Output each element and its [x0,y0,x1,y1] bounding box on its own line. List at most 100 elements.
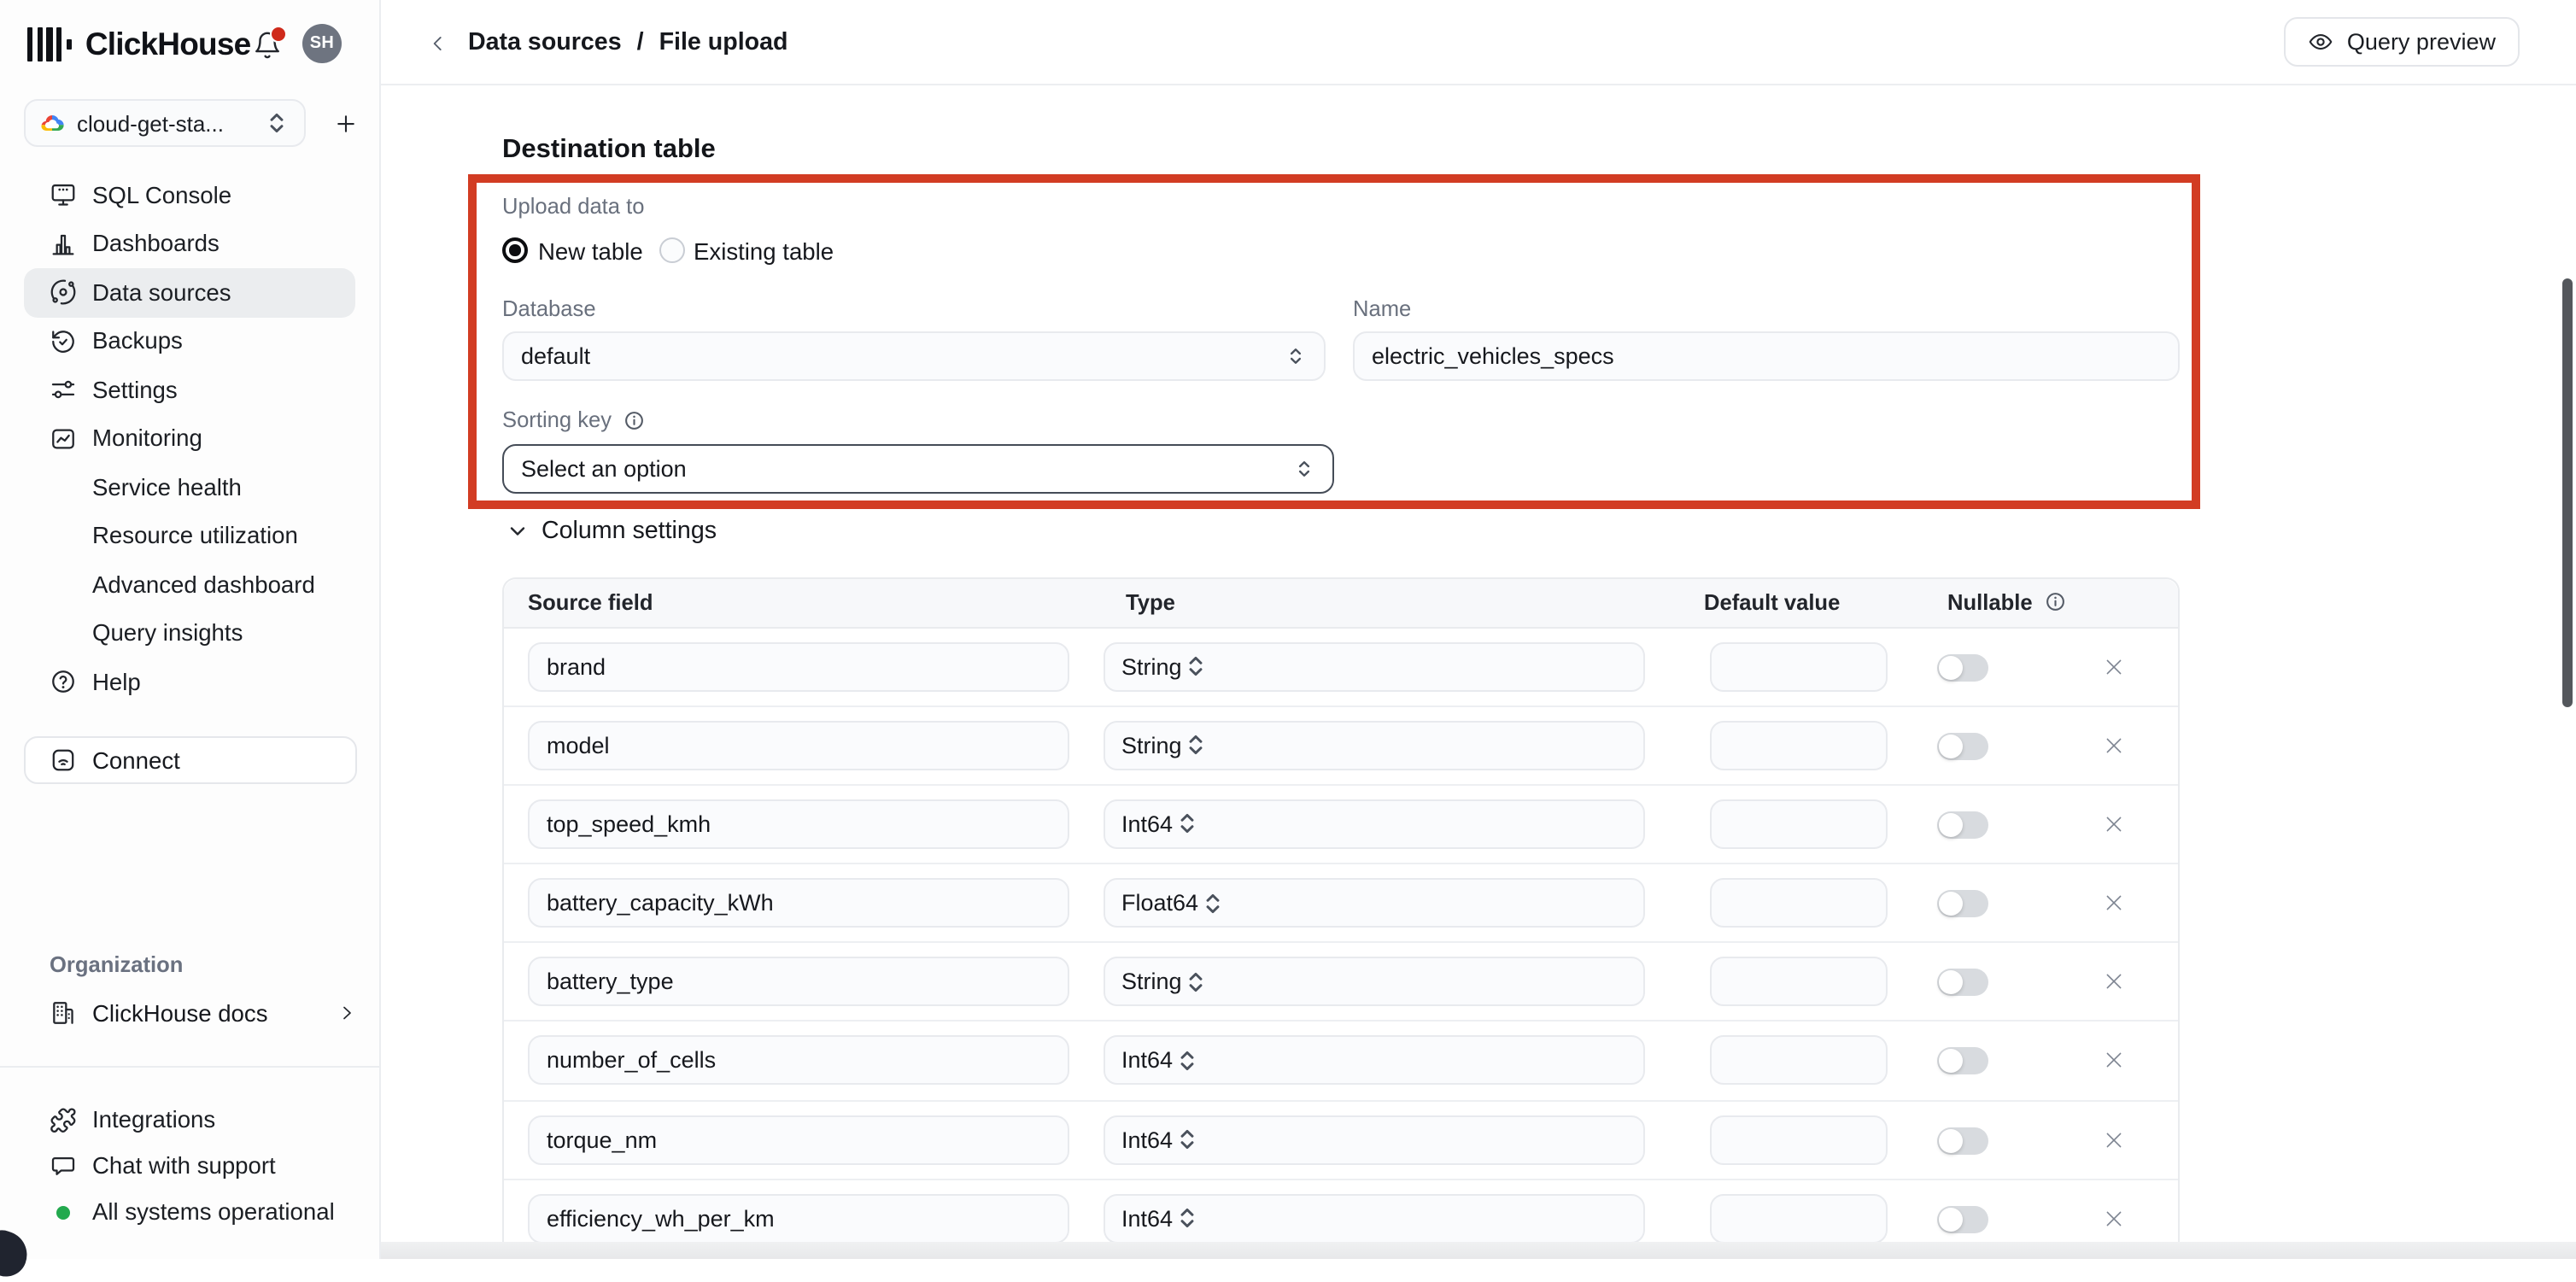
avatar[interactable]: SH [302,24,342,63]
columns-table: Source field Type Default value Nullable… [501,577,2179,1259]
nav-item-icon [50,571,77,599]
toggle-knob [1938,813,1962,837]
sidebar-item-clickhouse-docs[interactable]: ClickHouse docs [24,989,357,1037]
chevrons-up-down-icon [1182,969,1209,996]
nullable-toggle[interactable] [1936,1127,1988,1154]
type-select[interactable]: String [1103,720,1644,770]
sidebar-nav-item[interactable]: SQL Console [24,171,355,220]
remove-row-icon[interactable] [2102,655,2124,677]
remove-row-icon[interactable] [2102,1208,2124,1230]
remove-row-icon[interactable] [2102,813,2124,835]
default-value-input[interactable] [1710,720,1888,770]
sidebar-nav-item[interactable]: Query insights [24,609,355,658]
vertical-scrollbar[interactable] [2562,278,2573,707]
column-settings-label: Column settings [542,518,717,545]
nullable-toggle[interactable] [1936,1048,1988,1075]
eye-icon [2308,29,2333,55]
nav-item-icon [50,377,77,404]
nullable-toggle[interactable] [1936,1206,1988,1233]
database-select[interactable]: default [502,331,1326,380]
nav-item-icon [50,425,77,453]
nav-item-label: Service health [92,475,242,501]
sidebar-nav-item[interactable]: Dashboards [24,220,355,268]
nullable-toggle[interactable] [1936,890,1988,917]
table-name-input[interactable]: electric_vehicles_specs [1353,331,2180,380]
sidebar-nav-item[interactable]: Settings [24,366,355,414]
type-select[interactable]: Int64 [1103,1115,1644,1164]
toggle-knob [1938,892,1962,916]
type-value: Int64 [1121,1127,1173,1152]
service-selector[interactable]: cloud-get-sta... [24,99,306,147]
sidebar-nav-item[interactable]: Monitoring [24,414,355,463]
type-select[interactable]: Int64 [1103,799,1644,849]
radio-new-table[interactable] [502,237,528,263]
nullable-toggle[interactable] [1936,732,1988,759]
default-value-input[interactable] [1710,1036,1888,1086]
default-value-input[interactable] [1710,641,1888,691]
query-preview-label: Query preview [2347,29,2496,55]
add-service-button[interactable] [328,106,362,140]
default-value-input[interactable] [1710,1194,1888,1244]
default-value-input[interactable] [1710,1115,1888,1164]
type-select[interactable]: Int64 [1103,1194,1644,1244]
sidebar-nav-item[interactable]: Data sources [24,268,355,317]
sidebar-footer-item[interactable]: All systems operational [24,1189,355,1235]
remove-row-icon[interactable] [2102,892,2124,914]
type-select[interactable]: Int64 [1103,1036,1644,1086]
remove-row-icon[interactable] [2102,734,2124,756]
table-row: number_of_cells Int64 [503,1022,2177,1101]
type-value: String [1121,732,1182,758]
type-value: String [1121,969,1182,995]
nav-item-label: Help [92,670,141,695]
columns-table-body: brand String [503,628,2177,1259]
connect-label: Connect [92,747,180,773]
remove-row-icon[interactable] [2102,971,2124,993]
default-value-input[interactable] [1710,799,1888,849]
type-select[interactable]: Float64 [1103,878,1644,928]
type-select[interactable]: String [1103,641,1644,691]
sidebar-footer-item[interactable]: Chat with support [24,1143,355,1189]
source-field-input[interactable]: torque_nm [528,1115,1069,1164]
chevrons-up-down-icon [1173,1126,1200,1153]
nullable-toggle[interactable] [1936,969,1988,997]
connect-button[interactable]: Connect [24,736,357,784]
sidebar-footer: Integrations Chat with support All syste… [0,1097,379,1235]
source-field-input[interactable]: battery_capacity_kWh [528,878,1069,928]
back-chevron-icon[interactable] [427,32,449,54]
nullable-toggle[interactable] [1936,653,1988,681]
type-select[interactable]: String [1103,957,1644,1007]
toggle-knob [1938,971,1962,995]
sidebar-nav-item[interactable]: Service health [24,463,355,512]
name-label: Name [1353,296,1411,321]
main-content: Destination table Upload data to New tab… [381,85,2576,1259]
source-field-input[interactable]: efficiency_wh_per_km [528,1194,1069,1244]
default-value-input[interactable] [1710,878,1888,928]
nullable-toggle[interactable] [1936,811,1988,839]
notifications-bell-icon[interactable] [249,26,287,63]
sidebar-nav-item[interactable]: Advanced dashboard [24,560,355,609]
source-field-input[interactable]: number_of_cells [528,1036,1069,1086]
brand-name: ClickHouse [85,26,251,63]
footer-item-label: Integrations [92,1107,215,1133]
table-name-value: electric_vehicles_specs [1372,342,2161,368]
column-settings-toggle[interactable]: Column settings [507,518,717,545]
source-field-input[interactable]: brand [528,641,1069,691]
chevrons-up-down-icon [1173,1047,1200,1074]
sidebar-nav-item[interactable]: Resource utilization [24,512,355,560]
toggle-knob [1938,734,1962,758]
breadcrumb-item-data-sources[interactable]: Data sources [468,29,622,56]
remove-row-icon[interactable] [2102,1128,2124,1150]
sidebar-footer-item[interactable]: Integrations [24,1097,355,1143]
sidebar-nav-item[interactable]: Help [24,658,355,706]
remove-row-icon[interactable] [2102,1050,2124,1072]
source-field-input[interactable]: battery_type [528,957,1069,1007]
sorting-key-select[interactable]: Select an option [502,443,1334,493]
source-field-input[interactable]: top_speed_kmh [528,799,1069,849]
radio-existing-table[interactable] [659,237,685,263]
gcp-cloud-icon [39,110,65,136]
source-field-input[interactable]: model [528,720,1069,770]
default-value-input[interactable] [1710,957,1888,1007]
query-preview-button[interactable]: Query preview [2284,17,2520,67]
sidebar-nav-item[interactable]: Backups [24,317,355,366]
toggle-knob [1938,1050,1962,1074]
